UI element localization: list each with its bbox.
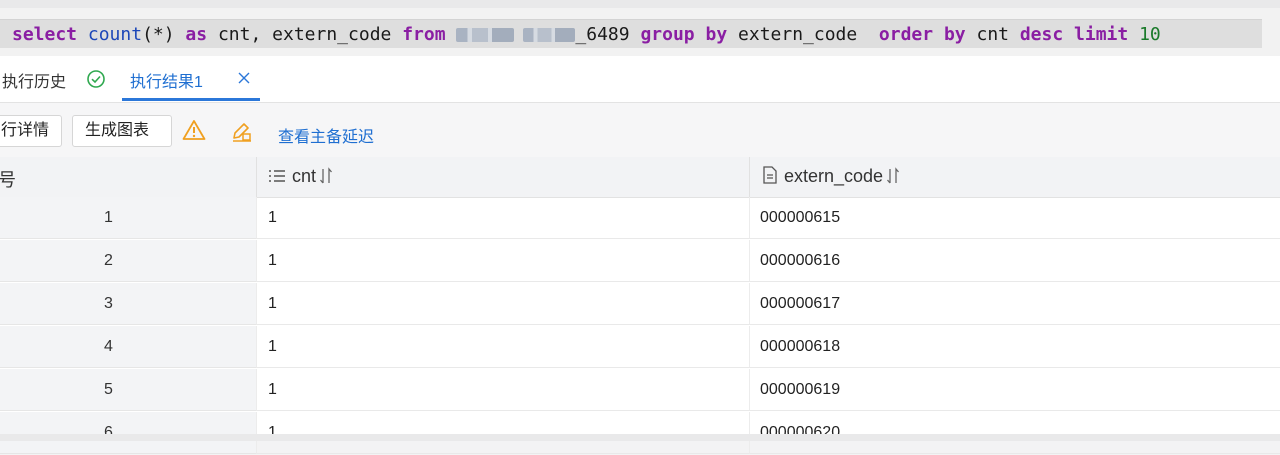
sql-text: (*)	[142, 24, 175, 45]
column-header-label: cnt	[292, 166, 317, 186]
row-number-cell: 6	[0, 412, 256, 454]
cnt-cell[interactable]: 1	[256, 369, 749, 411]
row-number-cell: 3	[0, 283, 256, 325]
column-divider[interactable]	[749, 157, 750, 197]
extern-code-cell[interactable]: 000000615	[749, 197, 1280, 239]
row-number: 2	[104, 252, 113, 269]
row-detail-button[interactable]: 行详情	[0, 115, 62, 147]
column-header-cnt[interactable]: cnt	[268, 166, 333, 187]
close-icon[interactable]	[236, 70, 252, 86]
tab-history[interactable]: 执行历史	[2, 68, 66, 92]
sql-number: 10	[1139, 24, 1161, 45]
extern-code-cell[interactable]: 000000618	[749, 326, 1280, 368]
sql-keyword: as	[185, 24, 208, 45]
generate-chart-button[interactable]: 生成图表	[72, 115, 172, 147]
sql-function: count	[87, 24, 143, 45]
sql-keyword: by	[943, 24, 966, 45]
sql-keyword: limit	[1074, 24, 1129, 45]
rownum-header: 号	[0, 170, 16, 190]
extern-code-cell[interactable]: 000000619	[749, 369, 1280, 411]
sql-text: cnt,	[217, 24, 262, 45]
row-number: 5	[104, 381, 113, 398]
row-number-cell: 4	[0, 326, 256, 368]
result-toolbar: 行详情 生成图表 查看主备延迟	[0, 103, 1280, 157]
sql-text: extern_code	[272, 24, 392, 45]
document-icon	[763, 166, 777, 184]
editor-top-line	[0, 0, 1280, 8]
row-number: 1	[104, 209, 113, 226]
column-divider[interactable]	[256, 157, 257, 197]
sort-icon[interactable]	[319, 167, 333, 185]
check-circle-icon	[87, 70, 105, 88]
row-number-cell: 1	[0, 197, 256, 239]
horizontal-scrollbar[interactable]	[0, 434, 1280, 441]
row-number: 3	[104, 295, 113, 312]
table-row[interactable]: 2 1 000000616	[0, 240, 1280, 283]
table-row[interactable]: 3 1 000000617	[0, 283, 1280, 326]
table-row[interactable]: 5 1 000000619	[0, 369, 1280, 412]
active-tab-indicator	[122, 98, 260, 101]
sql-keyword: by	[705, 24, 728, 45]
warning-icon[interactable]	[182, 119, 206, 141]
result-table: 号 cnt extern_code 1 1 000000615 2 1 0000…	[0, 157, 1280, 454]
table-header: 号 cnt extern_code	[0, 157, 1280, 198]
column-header-label: extern_code	[784, 166, 884, 186]
cnt-cell[interactable]: 1	[256, 197, 749, 239]
row-number: 4	[104, 338, 113, 355]
sql-table-suffix: _6489	[575, 24, 630, 45]
table-row[interactable]: 1 1 000000615	[0, 197, 1280, 240]
row-number: 6	[104, 424, 113, 441]
row-number-cell: 2	[0, 240, 256, 282]
tab-result-1[interactable]: 执行结果1	[130, 68, 203, 92]
sql-keyword: group	[640, 24, 695, 45]
sql-keyword: select	[12, 24, 78, 45]
result-tabs: 执行历史 执行结果1	[0, 56, 1280, 103]
sort-icon[interactable]	[886, 167, 900, 185]
list-icon	[269, 170, 285, 182]
column-header-extern-code[interactable]: extern_code	[762, 166, 900, 187]
sql-keyword: from	[402, 24, 446, 45]
sql-text: extern_code	[738, 24, 858, 45]
sql-keyword: order	[878, 24, 934, 45]
sql-query-line[interactable]: select count(*) as cnt, extern_code from…	[0, 19, 1262, 48]
extern-code-cell[interactable]: 000000620	[749, 412, 1280, 454]
extern-code-cell[interactable]: 000000617	[749, 283, 1280, 325]
edit-icon[interactable]	[231, 120, 253, 142]
sql-keyword: desc	[1019, 24, 1064, 45]
sql-editor[interactable]: select count(*) as cnt, extern_code from…	[0, 0, 1280, 56]
table-row[interactable]: 4 1 000000618	[0, 326, 1280, 369]
cnt-cell[interactable]: 1	[256, 283, 749, 325]
extern-code-cell[interactable]: 000000616	[749, 240, 1280, 282]
redacted-table-name	[523, 28, 576, 42]
view-replica-latency-link[interactable]: 查看主备延迟	[278, 123, 374, 147]
cnt-cell[interactable]: 1	[256, 326, 749, 368]
row-number-cell: 5	[0, 369, 256, 411]
redacted-table-name	[456, 28, 515, 42]
cnt-cell[interactable]: 1	[256, 240, 749, 282]
sql-text: cnt	[976, 24, 1009, 45]
cnt-cell[interactable]: 1	[256, 412, 749, 454]
